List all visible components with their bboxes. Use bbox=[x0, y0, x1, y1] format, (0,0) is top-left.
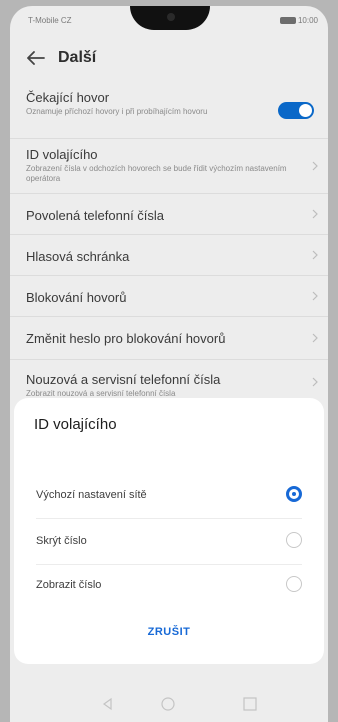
cancel-button[interactable]: ZRUŠIT bbox=[14, 626, 324, 638]
list-item-title: Hlasová schránka bbox=[26, 249, 130, 264]
chevron-right-icon bbox=[312, 291, 318, 301]
dialog-title: ID volajícího bbox=[34, 416, 117, 433]
app-header: Další bbox=[10, 36, 328, 80]
settings-list: Čekající hovor Oznamuje příchozí hovory … bbox=[10, 80, 328, 404]
camera-notch bbox=[130, 6, 210, 30]
option-label: Výchozí nastavení sítě bbox=[36, 489, 147, 501]
status-bar: T-Mobile CZ 10:00 bbox=[10, 6, 328, 36]
list-item-call-barring[interactable]: Blokování hovorů bbox=[10, 276, 328, 317]
radio-unselected-icon[interactable] bbox=[286, 532, 302, 548]
nav-recents-icon[interactable] bbox=[242, 696, 258, 712]
chevron-right-icon bbox=[312, 250, 318, 260]
page-title: Další bbox=[58, 49, 97, 66]
nav-back-icon[interactable] bbox=[100, 696, 116, 712]
option-network-default[interactable]: Výchozí nastavení sítě bbox=[30, 474, 308, 518]
call-waiting-toggle[interactable] bbox=[278, 102, 314, 119]
list-item-subtitle: Zobrazení čísla v odchozích hovorech se … bbox=[26, 164, 287, 183]
system-nav-bar bbox=[10, 686, 328, 722]
radio-selected-icon[interactable] bbox=[286, 486, 302, 502]
list-item-title: Blokování hovorů bbox=[26, 290, 127, 305]
divider bbox=[36, 518, 302, 519]
camera-icon bbox=[167, 13, 175, 21]
list-item-fixed-dialing[interactable]: Povolená telefonní čísla bbox=[10, 194, 328, 235]
list-item-title: Změnit heslo pro blokování hovorů bbox=[26, 331, 226, 346]
list-item-caller-id[interactable]: ID volajícího Zobrazení čísla v odchozíc… bbox=[10, 139, 328, 194]
list-item-title: Povolená telefonní čísla bbox=[26, 208, 165, 223]
list-item-title: Čekající hovor bbox=[26, 90, 110, 105]
list-item-change-barring-password[interactable]: Změnit heslo pro blokování hovorů bbox=[10, 317, 328, 360]
radio-unselected-icon[interactable] bbox=[286, 576, 302, 592]
chevron-right-icon bbox=[312, 377, 318, 387]
option-show-number[interactable]: Zobrazit číslo bbox=[30, 564, 308, 608]
list-item-title: ID volajícího bbox=[26, 147, 98, 162]
option-label: Zobrazit číslo bbox=[36, 579, 102, 591]
list-item-voicemail[interactable]: Hlasová schránka bbox=[10, 235, 328, 276]
list-item-subtitle: Oznamuje příchozí hovory i při probíhají… bbox=[26, 107, 208, 116]
toggle-knob bbox=[299, 104, 312, 117]
chevron-right-icon bbox=[312, 209, 318, 219]
option-label: Skrýt číslo bbox=[36, 535, 87, 547]
list-item-call-waiting[interactable]: Čekající hovor Oznamuje příchozí hovory … bbox=[10, 80, 328, 139]
chevron-right-icon bbox=[312, 161, 318, 171]
caller-id-dialog: ID volajícího Výchozí nastavení sítě Skr… bbox=[14, 398, 324, 664]
battery-icon bbox=[280, 17, 296, 24]
back-arrow-icon bbox=[27, 51, 45, 65]
back-button[interactable] bbox=[24, 46, 48, 70]
phone-frame: T-Mobile CZ 10:00 Další Čekající hovor O… bbox=[0, 0, 338, 722]
nav-home-icon[interactable] bbox=[160, 696, 176, 712]
chevron-right-icon bbox=[312, 333, 318, 343]
carrier-label: T-Mobile CZ bbox=[28, 16, 72, 25]
option-hide-number[interactable]: Skrýt číslo bbox=[30, 520, 308, 564]
status-time: 10:00 bbox=[297, 16, 318, 25]
list-item-title: Nouzová a servisní telefonní čísla bbox=[26, 372, 221, 387]
